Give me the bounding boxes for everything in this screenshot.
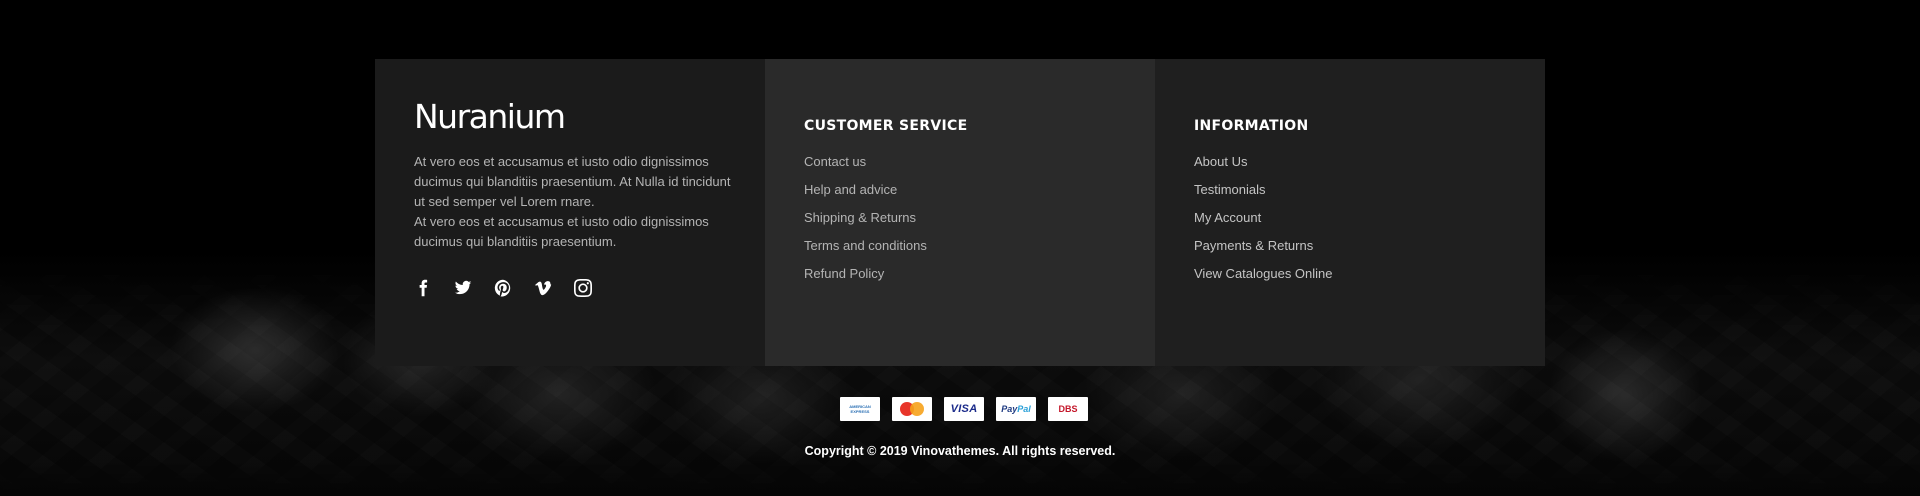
- list-item: About Us: [1194, 154, 1506, 182]
- link-shipping-returns[interactable]: Shipping & Returns: [804, 210, 916, 225]
- facebook-icon[interactable]: [414, 276, 454, 300]
- amex-icon: AMERICAN EXPRESS: [840, 397, 880, 421]
- link-payments-returns[interactable]: Payments & Returns: [1194, 238, 1313, 253]
- brand-column: Nuranium At vero eos et accusamus et ius…: [375, 59, 765, 366]
- customer-service-links: Contact us Help and advice Shipping & Re…: [804, 154, 1116, 294]
- link-terms-conditions[interactable]: Terms and conditions: [804, 238, 927, 253]
- paypal-label-a: Pay: [1001, 404, 1018, 414]
- information-title: INFORMATION: [1194, 118, 1309, 134]
- payment-methods: AMERICAN EXPRESS VISA PayPal DBS: [840, 397, 1088, 421]
- link-about-us[interactable]: About Us: [1194, 154, 1247, 169]
- vimeo-icon[interactable]: [534, 276, 574, 300]
- link-testimonials[interactable]: Testimonials: [1194, 182, 1266, 197]
- link-view-catalogues[interactable]: View Catalogues Online: [1194, 266, 1333, 281]
- customer-service-title: CUSTOMER SERVICE: [804, 118, 968, 134]
- pinterest-icon[interactable]: [494, 276, 534, 300]
- social-links: [414, 276, 726, 300]
- footer-panel: Nuranium At vero eos et accusamus et ius…: [375, 59, 1545, 366]
- information-links: About Us Testimonials My Account Payment…: [1194, 154, 1506, 294]
- customer-service-column: CUSTOMER SERVICE Contact us Help and adv…: [765, 59, 1155, 366]
- link-refund-policy[interactable]: Refund Policy: [804, 266, 884, 281]
- visa-label: VISA: [950, 403, 978, 415]
- paypal-label-b: Pal: [1017, 404, 1031, 414]
- information-column: INFORMATION About Us Testimonials My Acc…: [1155, 59, 1545, 366]
- list-item: Shipping & Returns: [804, 210, 1116, 238]
- about-paragraph: At vero eos et accusamus et iusto odio d…: [414, 214, 709, 249]
- mastercard-icon: [892, 397, 932, 421]
- list-item: Refund Policy: [804, 266, 1116, 294]
- list-item: View Catalogues Online: [1194, 266, 1506, 294]
- list-item: Testimonials: [1194, 182, 1506, 210]
- copyright-text: Copyright © 2019 Vinovathemes. All right…: [804, 444, 1116, 458]
- dbs-label: DBS: [1058, 404, 1078, 414]
- list-item: Payments & Returns: [1194, 238, 1506, 266]
- visa-icon: VISA: [944, 397, 984, 421]
- instagram-icon[interactable]: [574, 276, 614, 300]
- list-item: Terms and conditions: [804, 238, 1116, 266]
- about-paragraph: At vero eos et accusamus et iusto odio d…: [414, 154, 731, 209]
- amex-label: AMERICAN EXPRESS: [849, 404, 871, 414]
- link-contact-us[interactable]: Contact us: [804, 154, 866, 169]
- twitter-icon[interactable]: [454, 276, 494, 300]
- list-item: Help and advice: [804, 182, 1116, 210]
- list-item: My Account: [1194, 210, 1506, 238]
- paypal-icon: PayPal: [996, 397, 1036, 421]
- link-help-and-advice[interactable]: Help and advice: [804, 182, 897, 197]
- about-text: At vero eos et accusamus et iusto odio d…: [414, 152, 734, 252]
- site-logo[interactable]: Nuranium: [414, 100, 726, 136]
- dbs-icon: DBS: [1048, 397, 1088, 421]
- link-my-account[interactable]: My Account: [1194, 210, 1261, 225]
- list-item: Contact us: [804, 154, 1116, 182]
